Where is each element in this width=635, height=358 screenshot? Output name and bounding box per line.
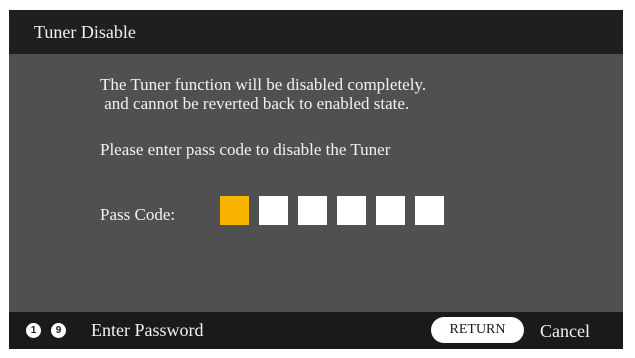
passcode-digit-box[interactable] [376, 196, 405, 225]
dialog-titlebar: Tuner Disable [9, 10, 623, 54]
passcode-input[interactable] [220, 196, 444, 225]
warning-message-line2: and cannot be reverted back to enabled s… [100, 94, 410, 113]
warning-message-line1: The Tuner function will be disabled comp… [100, 75, 427, 94]
digit-key-1-icon: 1 [26, 323, 41, 338]
dialog-footer: 1 9 Enter Password RETURN Cancel [9, 312, 623, 349]
passcode-digit-box[interactable] [415, 196, 444, 225]
instruction-text: Please enter pass code to disable the Tu… [100, 140, 391, 159]
passcode-digit-box[interactable] [337, 196, 366, 225]
enter-password-hint: Enter Password [91, 320, 204, 340]
passcode-digit-box[interactable] [259, 196, 288, 225]
passcode-digit-box[interactable] [298, 196, 327, 225]
tuner-disable-dialog: Tuner Disable The Tuner function will be… [9, 10, 623, 349]
passcode-label: Pass Code: [100, 205, 176, 224]
dialog-body: The Tuner function will be disabled comp… [9, 54, 623, 312]
cancel-hint: Cancel [540, 321, 590, 341]
return-button[interactable]: RETURN [431, 317, 524, 343]
dialog-title: Tuner Disable [34, 22, 136, 42]
digit-key-9-icon: 9 [51, 323, 66, 338]
passcode-digit-box[interactable] [220, 196, 249, 225]
